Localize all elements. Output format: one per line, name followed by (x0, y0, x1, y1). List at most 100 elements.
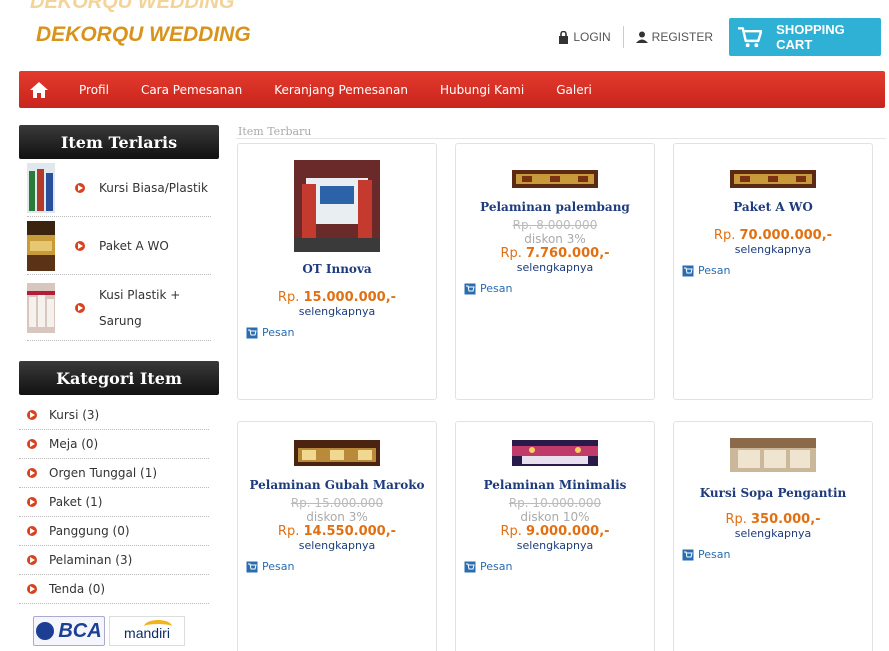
order-cart-icon (246, 327, 258, 338)
price-value: 15.000.000 (303, 290, 386, 305)
price-prefix: Rp. (725, 512, 751, 527)
register-link[interactable]: REGISTER (628, 25, 721, 49)
mandiri-logo: mandiri (109, 616, 185, 646)
category-item[interactable]: Panggung (0) (19, 517, 209, 546)
nav-item-profil[interactable]: Profil (63, 83, 125, 97)
order-button[interactable]: Pesan (682, 548, 872, 561)
bullet-arrow-icon (27, 497, 37, 507)
brand-ghost-text: DEKORQU WEDDING (30, 0, 235, 13)
category-label: Pelaminan (3) (49, 553, 133, 567)
price-suffix: ,- (599, 524, 610, 539)
category-item[interactable]: Meja (0) (19, 430, 209, 459)
category-item[interactable]: Kursi (3) (19, 401, 209, 430)
order-button[interactable]: Pesan (246, 560, 436, 573)
login-link[interactable]: LOGIN (550, 25, 618, 49)
price-value: 70.000.000 (739, 228, 822, 243)
product-price: Rp. 14.550.000,- (238, 524, 436, 539)
order-button[interactable]: Pesan (464, 282, 654, 295)
details-link[interactable]: selengkapnya (238, 539, 436, 552)
details-link[interactable]: selengkapnya (456, 261, 654, 274)
price-suffix: ,- (810, 512, 821, 527)
category-item[interactable]: Orgen Tunggal (1) (19, 459, 209, 488)
bca-mark-icon (36, 622, 55, 640)
price-prefix: Rp. (277, 290, 304, 305)
register-label: REGISTER (651, 30, 713, 44)
category-label: Kursi (3) (49, 408, 100, 422)
order-button[interactable]: Pesan (682, 264, 872, 277)
order-label: Pesan (262, 326, 295, 339)
order-cart-icon (464, 283, 476, 294)
product-image[interactable] (294, 160, 380, 252)
home-button[interactable] (19, 81, 59, 99)
best-item-label: Kusi Plastik + Sarung (99, 282, 180, 334)
lock-icon (559, 30, 569, 44)
category-title: Kategori Item (19, 361, 219, 395)
bullet-arrow-icon (27, 555, 37, 565)
divider (622, 26, 624, 48)
best-sellers-title: Item Terlaris (19, 125, 219, 159)
brand-logo[interactable]: DEKORQU WEDDING (36, 23, 251, 47)
product-image[interactable] (294, 440, 380, 466)
product-image[interactable] (730, 438, 816, 472)
best-item-label: Paket A WO (99, 238, 169, 253)
product-image[interactable] (512, 440, 598, 466)
discount-label: diskon 3% (306, 510, 368, 524)
payment-logos: BCA mandiri (33, 616, 219, 646)
product-price: Rp. 350.000,- (674, 512, 872, 527)
home-icon (30, 81, 48, 98)
price-prefix: Rp. (500, 246, 526, 261)
order-button[interactable]: Pesan (464, 560, 654, 573)
nav-item-hubungi-kami[interactable]: Hubungi Kami (424, 83, 540, 97)
category-list: Kursi (3) Meja (0) Orgen Tunggal (1) Pak… (19, 401, 219, 604)
cart-icon (737, 27, 763, 48)
old-price: Rp. 15.000.000 (290, 496, 384, 510)
product-name[interactable]: Pelaminan palembang (456, 200, 654, 214)
order-cart-icon (464, 561, 476, 572)
product-card: Kursi Sopa Pengantin Rp. 350.000,- selen… (673, 421, 873, 651)
best-item[interactable]: Kursi Biasa/Plastik (27, 159, 211, 217)
product-card: OT Innova Rp. 15.000.000,- selengkapnya … (237, 143, 437, 400)
nav-item-cara-pemesanan[interactable]: Cara Pemesanan (125, 83, 258, 97)
price-value: 14.550.000 (303, 524, 386, 539)
category-item[interactable]: Paket (1) (19, 488, 209, 517)
nav-item-keranjang-pemesanan[interactable]: Keranjang Pemesanan (258, 83, 424, 97)
bullet-arrow-icon (75, 240, 85, 251)
bullet-arrow-icon (27, 410, 37, 420)
category-item[interactable]: Tenda (0) (19, 575, 209, 604)
price-suffix: ,- (385, 524, 397, 539)
price-prefix: Rp. (277, 524, 304, 539)
best-item[interactable]: Paket A WO (27, 217, 211, 275)
price-value: 9.000.000 (526, 524, 600, 539)
bullet-arrow-icon (27, 526, 37, 536)
price-value: 7.760.000 (526, 246, 600, 261)
best-item[interactable]: Kusi Plastik + Sarung (27, 275, 211, 341)
nav-item-galeri[interactable]: Galeri (540, 83, 608, 97)
old-price: Rp. 10.000.000 (508, 496, 602, 510)
details-link[interactable]: selengkapnya (238, 305, 436, 318)
discount-label: diskon 3% (524, 232, 586, 246)
price-suffix: ,- (821, 228, 833, 243)
product-name[interactable]: Kursi Sopa Pengantin (674, 486, 872, 500)
best-item-label-line: Kusi Plastik + (99, 287, 181, 302)
product-image[interactable] (512, 170, 598, 188)
product-price: Rp. 15.000.000,- (238, 290, 436, 305)
bca-logo: BCA (33, 616, 105, 646)
cart-label: SHOPPING CART (776, 22, 845, 52)
details-link[interactable]: selengkapnya (674, 243, 872, 256)
order-label: Pesan (480, 560, 513, 573)
product-name[interactable]: OT Innova (238, 262, 436, 276)
product-image[interactable] (730, 170, 816, 188)
product-name[interactable]: Paket A WO (674, 200, 872, 214)
login-label: LOGIN (573, 30, 611, 44)
product-name[interactable]: Pelaminan Gubah Maroko (238, 478, 436, 492)
details-link[interactable]: selengkapnya (674, 527, 872, 540)
details-link[interactable]: selengkapnya (456, 539, 654, 552)
product-name[interactable]: Pelaminan Minimalis (456, 478, 654, 492)
order-cart-icon (682, 549, 694, 560)
product-card: Pelaminan Gubah Maroko Rp. 15.000.000 di… (237, 421, 437, 651)
sidebar: Item Terlaris Kursi Biasa/Plastik Paket … (19, 125, 219, 646)
chair-cover-thumbnail (27, 282, 55, 333)
category-item[interactable]: Pelaminan (3) (19, 546, 209, 575)
shopping-cart-button[interactable]: SHOPPING CART (729, 18, 881, 56)
order-button[interactable]: Pesan (246, 326, 436, 339)
